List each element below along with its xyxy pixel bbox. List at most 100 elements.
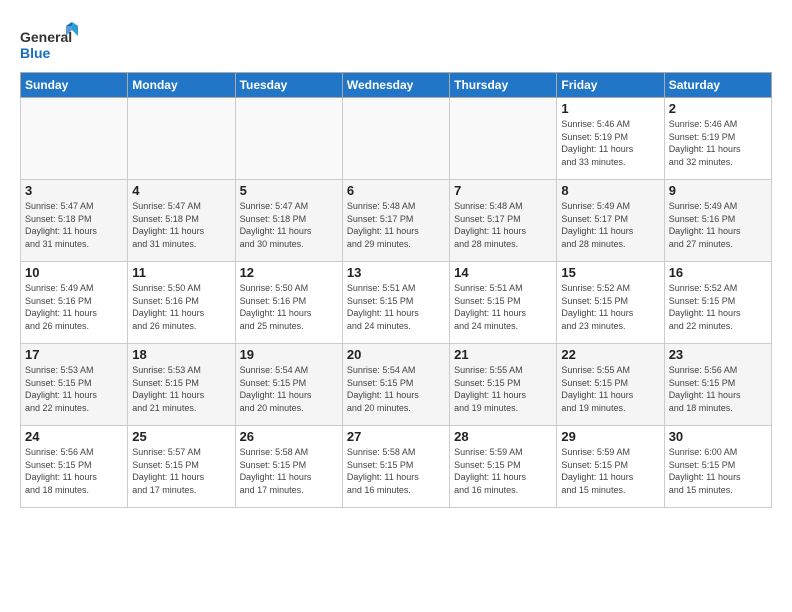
day-cell — [450, 98, 557, 180]
day-cell: 5Sunrise: 5:47 AM Sunset: 5:18 PM Daylig… — [235, 180, 342, 262]
svg-text:General: General — [20, 29, 72, 45]
day-info: Sunrise: 5:55 AM Sunset: 5:15 PM Dayligh… — [454, 364, 552, 414]
calendar-table: SundayMondayTuesdayWednesdayThursdayFrid… — [20, 72, 772, 508]
day-number: 15 — [561, 265, 659, 280]
day-info: Sunrise: 5:53 AM Sunset: 5:15 PM Dayligh… — [132, 364, 230, 414]
day-cell — [235, 98, 342, 180]
day-number: 21 — [454, 347, 552, 362]
day-info: Sunrise: 5:49 AM Sunset: 5:16 PM Dayligh… — [669, 200, 767, 250]
day-info: Sunrise: 5:51 AM Sunset: 5:15 PM Dayligh… — [454, 282, 552, 332]
day-number: 26 — [240, 429, 338, 444]
day-number: 24 — [25, 429, 123, 444]
day-number: 27 — [347, 429, 445, 444]
day-header-tuesday: Tuesday — [235, 73, 342, 98]
day-number: 23 — [669, 347, 767, 362]
day-number: 19 — [240, 347, 338, 362]
logo: General Blue — [20, 22, 80, 66]
day-number: 1 — [561, 101, 659, 116]
day-cell: 9 Sunrise: 5:49 AM Sunset: 5:16 PM Daylig… — [664, 180, 771, 262]
day-cell: 4 Sunrise: 5:47 AM Sunset: 5:18 PM Daylig… — [128, 180, 235, 262]
day-info: Sunrise: 5:54 AM Sunset: 5:15 PM Dayligh… — [347, 364, 445, 414]
day-info: Sunrise: 5:46 AM Sunset: 5:19 PM Dayligh… — [669, 118, 767, 168]
day-info: Sunrise: 5:50 AM Sunset: 5:16 PM Dayligh… — [240, 282, 338, 332]
day-header-friday: Friday — [557, 73, 664, 98]
week-row-2: 3 Sunrise: 5:47 AM Sunset: 5:18 PM Daylig… — [21, 180, 772, 262]
day-info: Sunrise: 5:47 AM Sunset: 5:18 PM Dayligh… — [25, 200, 123, 250]
day-number: 18 — [132, 347, 230, 362]
day-number: 20 — [347, 347, 445, 362]
day-info: Sunrise: 5:49 AM Sunset: 5:16 PM Dayligh… — [25, 282, 123, 332]
week-row-5: 24 Sunrise: 5:56 AM Sunset: 5:15 PM Dayli… — [21, 426, 772, 508]
day-number: 16 — [669, 265, 767, 280]
day-cell: 18 Sunrise: 5:53 AM Sunset: 5:15 PM Dayli… — [128, 344, 235, 426]
day-number: 28 — [454, 429, 552, 444]
day-cell: 23 Sunrise: 5:56 AM Sunset: 5:15 PM Dayli… — [664, 344, 771, 426]
day-info: Sunrise: 5:59 AM Sunset: 5:15 PM Dayligh… — [561, 446, 659, 496]
day-number: 25 — [132, 429, 230, 444]
day-cell: 19Sunrise: 5:54 AM Sunset: 5:15 PM Dayli… — [235, 344, 342, 426]
day-header-saturday: Saturday — [664, 73, 771, 98]
day-cell — [21, 98, 128, 180]
day-number: 6 — [347, 183, 445, 198]
week-row-4: 17 Sunrise: 5:53 AM Sunset: 5:15 PM Dayli… — [21, 344, 772, 426]
day-cell: 25Sunrise: 5:57 AM Sunset: 5:15 PM Dayli… — [128, 426, 235, 508]
day-cell: 7 Sunrise: 5:48 AM Sunset: 5:17 PM Daylig… — [450, 180, 557, 262]
calendar-page: General Blue SundayMondayTuesdayWednesda… — [0, 0, 792, 518]
day-info: Sunrise: 5:46 AM Sunset: 5:19 PM Dayligh… — [561, 118, 659, 168]
day-info: Sunrise: 5:50 AM Sunset: 5:16 PM Dayligh… — [132, 282, 230, 332]
day-number: 10 — [25, 265, 123, 280]
day-cell: 16 Sunrise: 5:52 AM Sunset: 5:15 PM Dayli… — [664, 262, 771, 344]
day-number: 22 — [561, 347, 659, 362]
day-cell — [128, 98, 235, 180]
day-info: Sunrise: 5:52 AM Sunset: 5:15 PM Dayligh… — [669, 282, 767, 332]
day-number: 8 — [561, 183, 659, 198]
day-info: Sunrise: 5:58 AM Sunset: 5:15 PM Dayligh… — [347, 446, 445, 496]
day-number: 2 — [669, 101, 767, 116]
day-number: 3 — [25, 183, 123, 198]
day-number: 11 — [132, 265, 230, 280]
day-info: Sunrise: 5:56 AM Sunset: 5:15 PM Dayligh… — [25, 446, 123, 496]
day-cell: 22Sunrise: 5:55 AM Sunset: 5:15 PM Dayli… — [557, 344, 664, 426]
day-cell: 14 Sunrise: 5:51 AM Sunset: 5:15 PM Dayli… — [450, 262, 557, 344]
day-number: 4 — [132, 183, 230, 198]
day-cell: 12 Sunrise: 5:50 AM Sunset: 5:16 PM Dayli… — [235, 262, 342, 344]
day-number: 29 — [561, 429, 659, 444]
day-cell: 6Sunrise: 5:48 AM Sunset: 5:17 PM Daylig… — [342, 180, 449, 262]
day-cell: 20 Sunrise: 5:54 AM Sunset: 5:15 PM Dayli… — [342, 344, 449, 426]
day-cell: 30Sunrise: 6:00 AM Sunset: 5:15 PM Dayli… — [664, 426, 771, 508]
day-cell: 11 Sunrise: 5:50 AM Sunset: 5:16 PM Dayli… — [128, 262, 235, 344]
day-number: 14 — [454, 265, 552, 280]
week-row-1: 1 Sunrise: 5:46 AM Sunset: 5:19 PM Daylig… — [21, 98, 772, 180]
day-number: 12 — [240, 265, 338, 280]
day-cell: 1 Sunrise: 5:46 AM Sunset: 5:19 PM Daylig… — [557, 98, 664, 180]
day-info: Sunrise: 5:47 AM Sunset: 5:18 PM Dayligh… — [132, 200, 230, 250]
day-header-wednesday: Wednesday — [342, 73, 449, 98]
day-cell: 8 Sunrise: 5:49 AM Sunset: 5:17 PM Daylig… — [557, 180, 664, 262]
week-row-3: 10 Sunrise: 5:49 AM Sunset: 5:16 PM Dayli… — [21, 262, 772, 344]
page-header: General Blue — [20, 16, 772, 66]
day-cell: 13 Sunrise: 5:51 AM Sunset: 5:15 PM Dayli… — [342, 262, 449, 344]
day-cell: 21 Sunrise: 5:55 AM Sunset: 5:15 PM Dayli… — [450, 344, 557, 426]
day-cell: 27 Sunrise: 5:58 AM Sunset: 5:15 PM Dayli… — [342, 426, 449, 508]
day-number: 9 — [669, 183, 767, 198]
day-cell: 28Sunrise: 5:59 AM Sunset: 5:15 PM Dayli… — [450, 426, 557, 508]
day-info: Sunrise: 5:58 AM Sunset: 5:15 PM Dayligh… — [240, 446, 338, 496]
day-cell: 26 Sunrise: 5:58 AM Sunset: 5:15 PM Dayli… — [235, 426, 342, 508]
day-cell — [342, 98, 449, 180]
day-number: 30 — [669, 429, 767, 444]
day-info: Sunrise: 5:52 AM Sunset: 5:15 PM Dayligh… — [561, 282, 659, 332]
day-info: Sunrise: 5:49 AM Sunset: 5:17 PM Dayligh… — [561, 200, 659, 250]
day-number: 13 — [347, 265, 445, 280]
day-cell: 17Sunrise: 5:53 AM Sunset: 5:15 PM Dayli… — [21, 344, 128, 426]
day-header-thursday: Thursday — [450, 73, 557, 98]
day-info: Sunrise: 5:56 AM Sunset: 5:15 PM Dayligh… — [669, 364, 767, 414]
day-info: Sunrise: 5:48 AM Sunset: 5:17 PM Dayligh… — [454, 200, 552, 250]
day-info: Sunrise: 5:51 AM Sunset: 5:15 PM Dayligh… — [347, 282, 445, 332]
day-cell: 2 Sunrise: 5:46 AM Sunset: 5:19 PM Daylig… — [664, 98, 771, 180]
day-header-monday: Monday — [128, 73, 235, 98]
calendar-header-row: SundayMondayTuesdayWednesdayThursdayFrid… — [21, 73, 772, 98]
day-cell: 24 Sunrise: 5:56 AM Sunset: 5:15 PM Dayli… — [21, 426, 128, 508]
day-number: 7 — [454, 183, 552, 198]
day-cell: 10 Sunrise: 5:49 AM Sunset: 5:16 PM Dayli… — [21, 262, 128, 344]
day-number: 17 — [25, 347, 123, 362]
